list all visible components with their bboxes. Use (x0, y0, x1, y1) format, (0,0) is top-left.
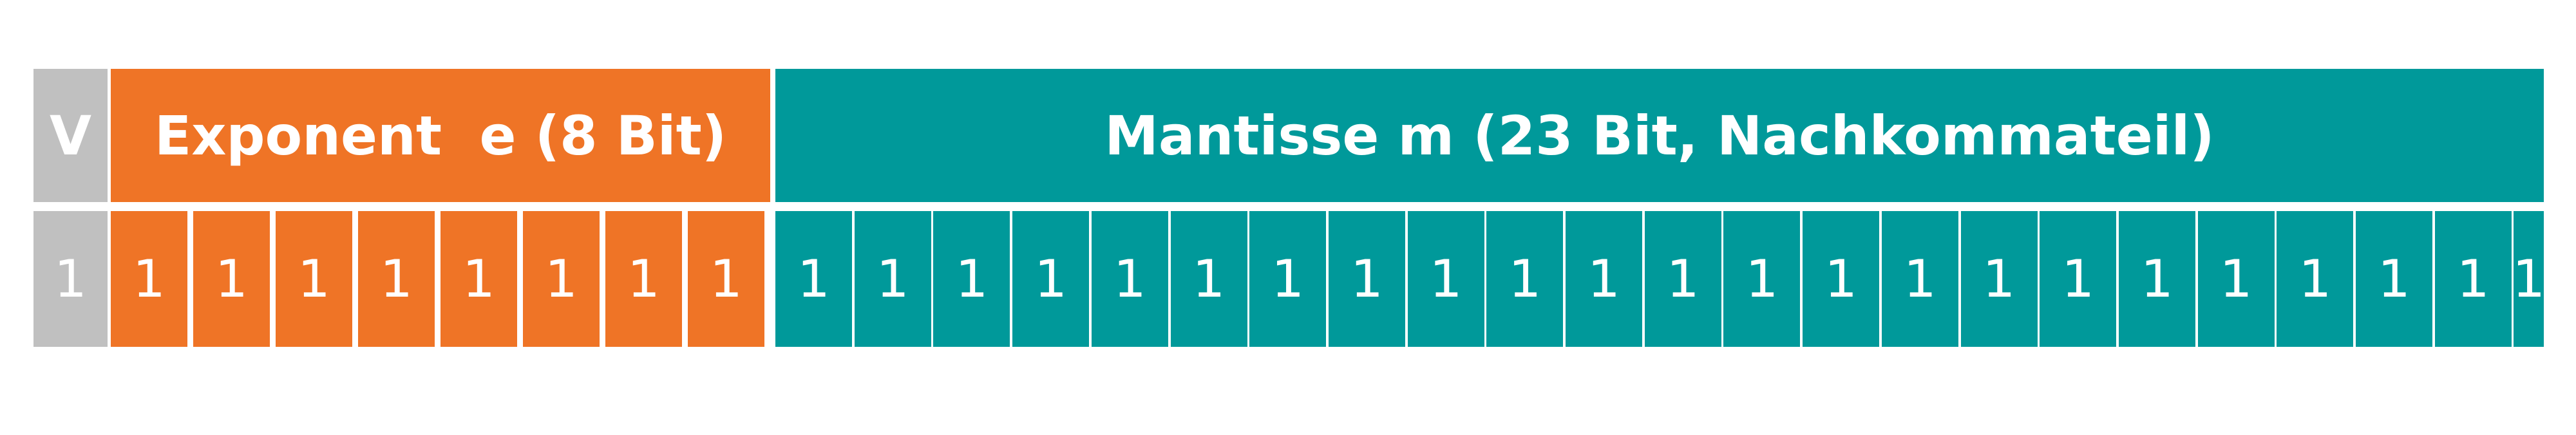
exponent-bit-cell: 1 (523, 211, 600, 347)
mantissa-bit-cell: 1 (2040, 211, 2117, 347)
mantissa-bit-cell: 1 (1012, 211, 1090, 347)
mantissa-bit-cell: 1 (1644, 211, 1721, 347)
exponent-bit-cell: 1 (688, 211, 764, 347)
mantissa-bit-cell: 1 (2197, 211, 2275, 347)
mantissa-bit-cell: 1 (1803, 211, 1880, 347)
exponent-bit-cell: 1 (276, 211, 352, 347)
exponent-bit-cell: 1 (440, 211, 517, 347)
float-bit-layout-diagram: V Exponent e (8 Bit) Mantisse m (23 Bit,… (33, 69, 2545, 347)
mantissa-bit-cell: 1 (1249, 211, 1327, 347)
mantissa-field-header: Mantisse m (23 Bit, Nachkommateil) (775, 69, 2544, 202)
mantissa-bit-cell: 1 (2356, 211, 2432, 347)
sign-bit-cell: 1 (33, 211, 108, 347)
mantissa-bit-cell: 1 (1170, 211, 1247, 347)
mantissa-bit-cell: 1 (775, 211, 852, 347)
mantissa-bit-cell: 1 (854, 211, 931, 347)
mantissa-bit-cell: 1 (2512, 211, 2545, 347)
mantissa-bit-cell: 1 (933, 211, 1010, 347)
mantissa-bit-cell: 1 (1407, 211, 1484, 347)
mantissa-bit-cell: 1 (1091, 211, 1168, 347)
field-header-row: V Exponent e (8 Bit) Mantisse m (23 Bit,… (33, 69, 2544, 202)
mantissa-bit-cell: 1 (1328, 211, 1405, 347)
mantissa-bit-cell: 1 (1960, 211, 2038, 347)
exponent-bit-cell: 1 (193, 211, 270, 347)
exponent-bit-cell: 1 (605, 211, 682, 347)
mantissa-bit-cell: 1 (2434, 211, 2512, 347)
mantissa-bit-cell: 1 (1486, 211, 1564, 347)
mantissa-bit-cell: 1 (2118, 211, 2195, 347)
exponent-field-header: Exponent e (8 Bit) (111, 69, 770, 202)
mantissa-bit-cell: 1 (1723, 211, 1801, 347)
mantissa-bit-cell: 1 (1566, 211, 1642, 347)
exponent-bit-cell: 1 (111, 211, 187, 347)
mantissa-bit-cell: 1 (1881, 211, 1958, 347)
exponent-bit-cell: 1 (358, 211, 435, 347)
mantissa-bit-cell: 1 (2277, 211, 2354, 347)
sign-field-header: V (33, 69, 108, 202)
bit-cells-row: 11111111111111111111111111111111 (33, 211, 2545, 347)
